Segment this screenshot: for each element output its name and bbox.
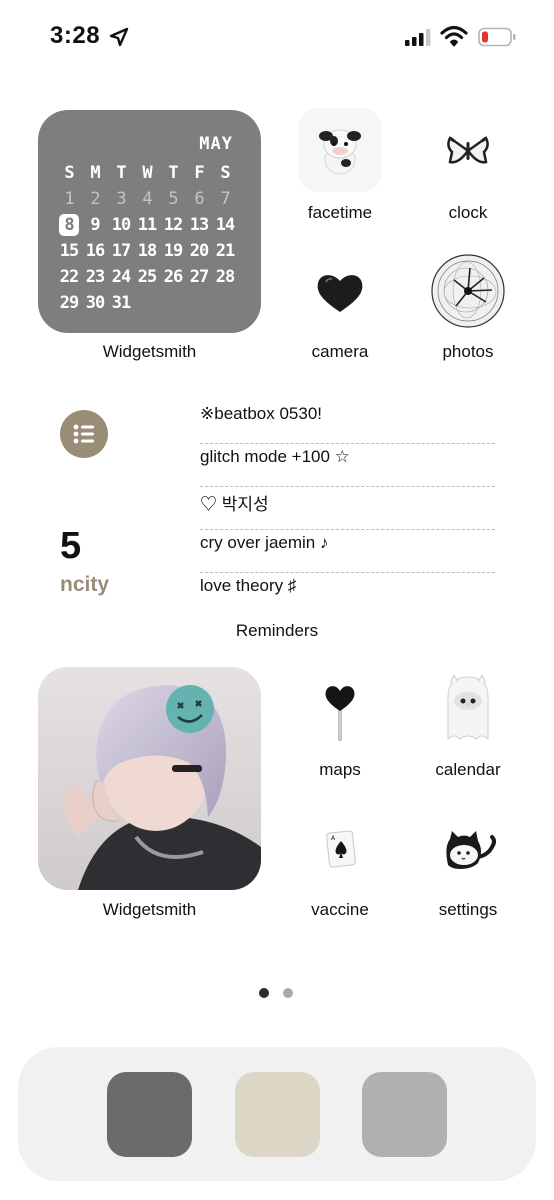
camera-app-icon[interactable] [298,250,382,334]
calendar-day: 3 [116,189,126,209]
calendar-weekday: W [142,163,152,183]
calendar-day: 29 [59,293,79,313]
vaccine-label: vaccine [311,900,369,919]
photo-widget[interactable] [38,667,261,890]
calendar-day: 28 [215,267,235,287]
reminder-item[interactable]: glitch mode +100 ☆ [200,444,495,487]
calendar-day: 15 [59,241,79,261]
calendar-app-icon[interactable] [426,667,510,751]
maps-label: maps [319,760,361,779]
calendar-day: 19 [163,241,183,261]
reminders-count: 5 [60,525,82,567]
calendar-day: 17 [111,241,131,261]
photo-widget-label: Widgetsmith [102,900,197,919]
calendar-week-row: 1234567 [56,186,238,212]
calendar-day: 2 [90,189,100,209]
calendar-day: 1 [64,189,74,209]
calendar-weekday: T [116,163,126,183]
reminder-item[interactable]: ♡ 박지성 [200,487,495,530]
dandelion-sphere-icon [431,254,505,328]
calendar-label: calendar [435,760,501,779]
battery-low-icon [478,27,516,47]
calendar-day: 6 [194,189,204,209]
calendar-day: 27 [189,267,209,287]
calendar-weekday: S [220,163,230,183]
settings-label: settings [438,900,498,919]
cat-icon [446,831,496,869]
calendar-day: 22 [59,267,79,287]
calendar-weekday-row: SMTWTFS [56,160,238,186]
calendar-day: 20 [189,241,209,261]
portrait-photo [38,667,261,890]
calendar-day: 12 [163,215,183,235]
reminder-item[interactable]: cry over jaemin ♪ [200,530,495,573]
calendar-week-row: 29 30 31 [56,290,238,316]
black-heart-icon [317,275,363,312]
list-bullet-icon [60,410,108,458]
calendar-weekday: F [194,163,204,183]
calendar-day: 24 [111,267,131,287]
calendar-day: 26 [163,267,183,287]
calendar-day: 4 [142,189,152,209]
calendar-week-row: 15 16 17 18 19 20 21 [56,238,238,264]
calendar-weekday: S [64,163,74,183]
wifi-icon [440,25,468,47]
calendar-day: 7 [220,189,230,209]
location-arrow-icon [109,27,129,47]
calendar-widget[interactable]: MAY S M T W T F S 1 2 3 4 5 6 7 8 9 10 11 12 13 14 15 16 17 18 19… [38,110,261,333]
dock-app-2[interactable] [235,1072,320,1157]
calendar-day: 30 [85,293,105,313]
calendar-week-row: 8 9 10 11 12 13 14 [56,212,238,238]
calendar-grid: S M T W T F S 1 2 3 4 5 6 7 8 9 10 11 12 13 14 15 16 17 18 19 20 21… [56,160,238,316]
photos-app-icon[interactable] [426,250,510,334]
calendar-day: 10 [111,215,131,235]
calendar-day: 25 [137,267,157,287]
page-dot-active[interactable] [259,988,269,998]
facetime-label: facetime [307,203,373,222]
maps-app-icon[interactable] [298,667,382,751]
calendar-day: 23 [85,267,105,287]
clock-app-icon[interactable] [426,108,510,192]
facetime-app-icon[interactable] [298,108,382,192]
calendar-day: 13 [189,215,209,235]
calendar-day: 14 [215,215,235,235]
calendar-widget-label: Widgetsmith [102,342,197,361]
dock-app-3[interactable] [362,1072,447,1157]
calendar-today-number: 8 [59,214,79,236]
calendar-day: 21 [215,241,235,261]
reminders-list-name: ncity [60,573,110,596]
calendar-day: 9 [90,215,100,235]
calendar-day: 31 [111,293,131,313]
camera-label: camera [311,342,369,361]
butterfly-icon [447,136,489,164]
reminders-widget-label: Reminders [235,621,319,640]
calendar-weekday: T [168,163,178,183]
calendar-month: MAY [199,134,233,154]
calendar-today: 8 [56,214,82,236]
dock-app-1[interactable] [107,1072,192,1157]
reminder-item[interactable]: love theory ♯ [200,573,495,616]
calendar-week-row: 22 23 24 25 26 27 28 [56,264,238,290]
photos-label: photos [442,342,494,361]
status-time: 3:28 [50,22,101,49]
ace-of-spades-card-icon: A [326,830,356,868]
cow-plush-icon [319,129,361,175]
cellular-signal-icon [405,29,431,46]
clock-label: clock [448,203,488,222]
vaccine-app-icon[interactable]: A [298,807,382,891]
calendar-day: 5 [168,189,178,209]
page-dot[interactable] [283,988,293,998]
settings-app-icon[interactable] [426,807,510,891]
calendar-day: 11 [137,215,157,235]
heart-lollipop-icon [325,686,355,742]
ghost-icon [447,673,489,741]
calendar-day: 18 [137,241,157,261]
reminder-item[interactable]: ※beatbox 0530! [200,401,495,444]
calendar-day: 16 [85,241,105,261]
calendar-weekday: M [90,163,100,183]
